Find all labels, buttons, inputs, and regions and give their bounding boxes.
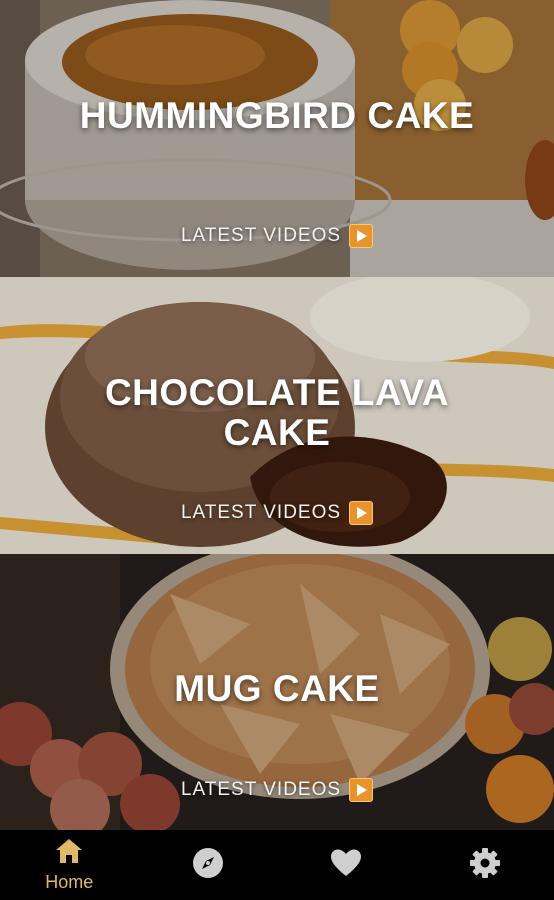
nav-label-home: Home xyxy=(45,872,94,892)
latest-videos-label: LATEST VIDEOS xyxy=(180,502,342,523)
card-title: MUG CAKE xyxy=(174,668,380,709)
nav-item-home[interactable]: Home xyxy=(24,830,114,900)
bottom-navigation-bar: Home xyxy=(0,830,554,900)
latest-videos-link[interactable]: LATEST VIDEOS xyxy=(0,501,554,525)
latest-videos-link[interactable]: LATEST VIDEOS xyxy=(0,224,554,248)
heart-icon xyxy=(330,848,362,883)
home-icon xyxy=(54,837,84,870)
nav-item-favorites[interactable] xyxy=(301,830,391,900)
nav-item-explore[interactable] xyxy=(163,830,253,900)
category-card-mug-cake[interactable]: MUG CAKE LATEST VIDEOS xyxy=(0,554,554,830)
gear-icon xyxy=(469,847,501,884)
play-icon xyxy=(349,224,374,248)
compass-icon xyxy=(192,847,224,884)
latest-videos-label: LATEST VIDEOS xyxy=(180,225,342,246)
category-feed: HUMMINGBIRD CAKE LATEST VIDEOS CHOCOLATE… xyxy=(0,0,554,830)
play-icon xyxy=(349,778,374,802)
latest-videos-link[interactable]: LATEST VIDEOS xyxy=(0,778,554,802)
category-card-hummingbird-cake[interactable]: HUMMINGBIRD CAKE LATEST VIDEOS xyxy=(0,0,554,277)
nav-item-settings[interactable] xyxy=(440,830,530,900)
card-title: CHOCOLATE LAVA CAKE xyxy=(104,372,450,453)
category-card-chocolate-lava-cake[interactable]: CHOCOLATE LAVA CAKE LATEST VIDEOS xyxy=(0,277,554,554)
play-icon xyxy=(349,501,374,525)
card-title: HUMMINGBIRD CAKE xyxy=(79,95,475,136)
latest-videos-label: LATEST VIDEOS xyxy=(180,779,342,800)
